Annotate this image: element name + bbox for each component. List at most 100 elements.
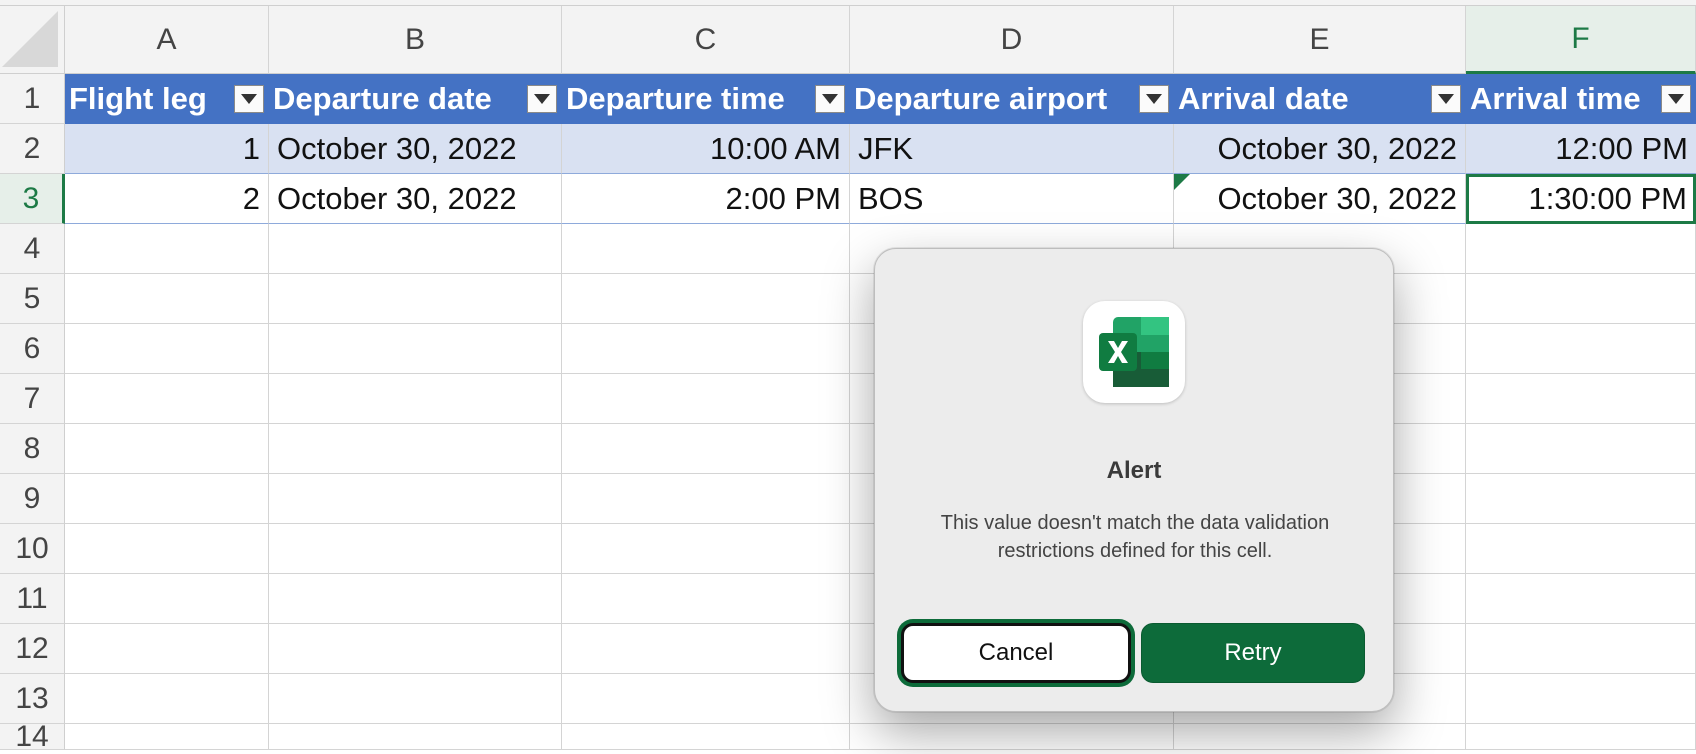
- dropdown-arrow-icon: [1438, 93, 1454, 104]
- empty-cell[interactable]: [269, 374, 562, 424]
- header-label: Departure date: [273, 80, 492, 116]
- empty-cell[interactable]: [1466, 324, 1696, 374]
- select-all-triangle-icon: [2, 11, 58, 67]
- empty-cell[interactable]: [1466, 724, 1696, 750]
- empty-cell[interactable]: [1466, 574, 1696, 624]
- cell-b2[interactable]: October 30, 2022: [269, 124, 562, 174]
- empty-cell[interactable]: [562, 474, 850, 524]
- empty-cell[interactable]: [1466, 474, 1696, 524]
- row-header-2[interactable]: 2: [0, 124, 65, 174]
- header-cell-departure-airport[interactable]: Departure airport: [850, 74, 1174, 124]
- empty-cell[interactable]: [562, 674, 850, 724]
- empty-cell[interactable]: [269, 424, 562, 474]
- cell-e2[interactable]: October 30, 2022: [1174, 124, 1466, 174]
- filter-dropdown-button[interactable]: [1661, 84, 1691, 113]
- empty-cell[interactable]: [562, 224, 850, 274]
- filter-dropdown-button[interactable]: [234, 84, 264, 113]
- empty-cell[interactable]: [1466, 224, 1696, 274]
- column-header-e[interactable]: E: [1174, 6, 1466, 74]
- row-header-12[interactable]: 12: [0, 624, 65, 674]
- cell-f3-selected[interactable]: 1:30:00 PM: [1466, 174, 1696, 224]
- empty-cell[interactable]: [269, 224, 562, 274]
- header-cell-flight-leg[interactable]: Flight leg: [65, 74, 269, 124]
- empty-cell[interactable]: [269, 624, 562, 674]
- empty-cell[interactable]: [1466, 624, 1696, 674]
- cell-d3[interactable]: BOS: [850, 174, 1174, 224]
- empty-cell[interactable]: [562, 724, 850, 750]
- header-cell-arrival-date[interactable]: Arrival date: [1174, 74, 1466, 124]
- row-header-8[interactable]: 8: [0, 424, 65, 474]
- row-header-7[interactable]: 7: [0, 374, 65, 424]
- row-header-5[interactable]: 5: [0, 274, 65, 324]
- cell-b3[interactable]: October 30, 2022: [269, 174, 562, 224]
- empty-cell[interactable]: [1466, 274, 1696, 324]
- header-cell-departure-time[interactable]: Departure time: [562, 74, 850, 124]
- empty-cell[interactable]: [562, 424, 850, 474]
- filter-dropdown-button[interactable]: [1431, 84, 1461, 113]
- empty-cell[interactable]: [65, 574, 269, 624]
- empty-cell[interactable]: [65, 374, 269, 424]
- filter-dropdown-button[interactable]: [527, 84, 557, 113]
- row-header-3[interactable]: 3: [0, 174, 65, 224]
- error-indicator-icon: [1174, 174, 1190, 190]
- empty-row: [65, 724, 1696, 750]
- cell-a3[interactable]: 2: [65, 174, 269, 224]
- empty-cell[interactable]: [1466, 524, 1696, 574]
- cancel-button[interactable]: Cancel: [901, 623, 1131, 683]
- header-cell-arrival-time[interactable]: Arrival time: [1466, 74, 1696, 124]
- column-header-b[interactable]: B: [269, 6, 562, 74]
- empty-cell[interactable]: [562, 524, 850, 574]
- row-header-14[interactable]: 14: [0, 720, 65, 753]
- empty-cell[interactable]: [65, 274, 269, 324]
- empty-cell[interactable]: [1466, 424, 1696, 474]
- empty-cell[interactable]: [269, 474, 562, 524]
- empty-cell[interactable]: [850, 724, 1174, 750]
- empty-cell[interactable]: [65, 624, 269, 674]
- filter-dropdown-button[interactable]: [815, 84, 845, 113]
- empty-cell[interactable]: [269, 324, 562, 374]
- empty-cell[interactable]: [562, 324, 850, 374]
- cell-f2[interactable]: 12:00 PM: [1466, 124, 1696, 174]
- dropdown-arrow-icon: [822, 93, 838, 104]
- empty-cell[interactable]: [269, 574, 562, 624]
- retry-button[interactable]: Retry: [1141, 623, 1365, 683]
- column-header-a[interactable]: A: [65, 6, 269, 74]
- filter-dropdown-button[interactable]: [1139, 84, 1169, 113]
- empty-cell[interactable]: [1174, 724, 1466, 750]
- row-header-13[interactable]: 13: [0, 674, 65, 724]
- row-header-6[interactable]: 6: [0, 324, 65, 374]
- empty-cell[interactable]: [269, 524, 562, 574]
- row-header-10[interactable]: 10: [0, 524, 65, 574]
- cell-a2[interactable]: 1: [65, 124, 269, 174]
- row-header-1[interactable]: 1: [0, 74, 65, 124]
- empty-cell[interactable]: [65, 674, 269, 724]
- empty-cell[interactable]: [65, 424, 269, 474]
- empty-cell[interactable]: [65, 324, 269, 374]
- empty-cell[interactable]: [65, 224, 269, 274]
- row-header-11[interactable]: 11: [0, 574, 65, 624]
- header-label: Arrival date: [1178, 80, 1349, 116]
- empty-cell[interactable]: [1466, 374, 1696, 424]
- empty-cell[interactable]: [65, 524, 269, 574]
- empty-cell[interactable]: [562, 274, 850, 324]
- empty-cell[interactable]: [65, 724, 269, 750]
- cell-e3[interactable]: October 30, 2022: [1174, 174, 1466, 224]
- empty-cell[interactable]: [269, 274, 562, 324]
- empty-cell[interactable]: [1466, 674, 1696, 724]
- empty-cell[interactable]: [65, 474, 269, 524]
- cell-d2[interactable]: JFK: [850, 124, 1174, 174]
- row-header-9[interactable]: 9: [0, 474, 65, 524]
- row-header-4[interactable]: 4: [0, 224, 65, 274]
- empty-cell[interactable]: [269, 674, 562, 724]
- column-header-d[interactable]: D: [850, 6, 1174, 74]
- select-all-corner[interactable]: [0, 6, 65, 74]
- column-header-c[interactable]: C: [562, 6, 850, 74]
- column-header-f[interactable]: F: [1466, 6, 1696, 74]
- empty-cell[interactable]: [562, 374, 850, 424]
- empty-cell[interactable]: [562, 574, 850, 624]
- header-cell-departure-date[interactable]: Departure date: [269, 74, 562, 124]
- cell-c3[interactable]: 2:00 PM: [562, 174, 850, 224]
- empty-cell[interactable]: [269, 724, 562, 750]
- cell-c2[interactable]: 10:00 AM: [562, 124, 850, 174]
- empty-cell[interactable]: [562, 624, 850, 674]
